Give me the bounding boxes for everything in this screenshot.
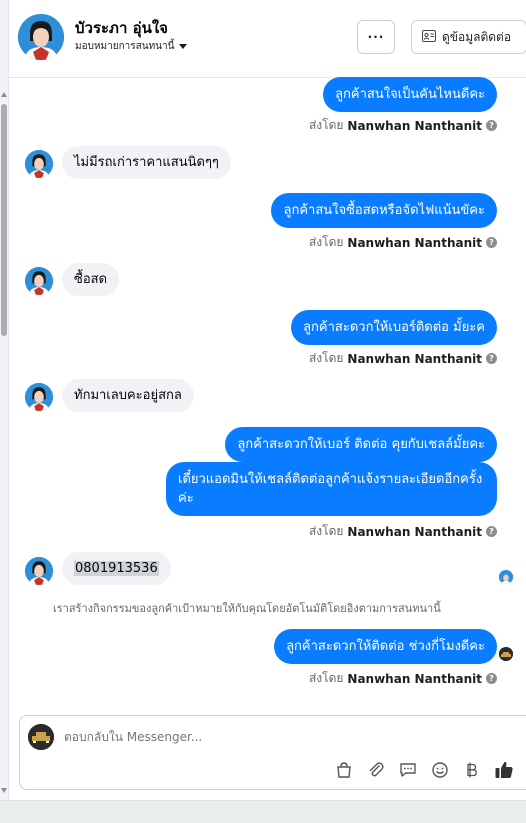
scrollbar-thumb[interactable] <box>1 104 7 336</box>
more-options-icon: ··· <box>367 30 385 44</box>
incoming-message[interactable]: ไม่มีรถเก่าราคาแสนนิดๆๆ <box>62 146 231 179</box>
contact-card-icon <box>422 29 436 45</box>
thumbs-up-icon[interactable] <box>494 760 514 780</box>
incoming-message[interactable]: ซื้อสด <box>62 263 120 296</box>
contact-avatar-small <box>25 383 53 411</box>
sent-by-label: ส่งโดย Nanwhan Nanthanit ? <box>309 349 497 368</box>
contact-avatar-small <box>25 267 53 295</box>
incoming-message[interactable]: ทักมาเลบคะอยู่สกล <box>62 379 194 412</box>
help-icon[interactable]: ? <box>486 526 497 537</box>
baht-icon[interactable] <box>462 760 482 780</box>
page-avatar <box>28 724 54 750</box>
assign-conversation-dropdown[interactable]: มอบหมายการสนทนานี้ <box>75 39 188 54</box>
saved-reply-icon[interactable] <box>398 760 418 780</box>
incoming-message[interactable]: 0801913536 <box>62 552 171 585</box>
help-icon[interactable]: ? <box>486 120 497 131</box>
bottom-taskbar-strip <box>0 800 526 823</box>
help-icon[interactable]: ? <box>486 673 497 684</box>
view-contact-info-button[interactable]: ดูข้อมูลติดต่อ <box>411 20 526 54</box>
view-contact-info-label: ดูข้อมูลติดต่อ <box>442 29 512 44</box>
system-notice: เราสร้างกิจกรรมของลูกค้าเป้าหมายให้กับคุ… <box>53 602 441 615</box>
contact-avatar-small <box>25 150 53 178</box>
assign-label: มอบหมายการสนทนานี้ <box>75 41 175 52</box>
sender-name: Nanwhan Nanthanit <box>347 118 482 133</box>
sent-by-label: ส่งโดย Nanwhan Nanthanit ? <box>309 522 497 541</box>
contact-avatar-small <box>25 557 53 585</box>
reply-composer <box>19 715 526 790</box>
sender-name: Nanwhan Nanthanit <box>347 524 482 539</box>
shopping-bag-icon[interactable] <box>334 760 354 780</box>
phone-number[interactable]: 0801913536 <box>74 561 159 576</box>
help-icon[interactable]: ? <box>486 353 497 364</box>
seen-page-avatar <box>499 647 513 661</box>
contact-avatar[interactable] <box>18 14 64 60</box>
conversation-header: บัวระภา อุ่นใจ มอบหมายการสนทนานี้ ··· ดู… <box>9 0 526 78</box>
seen-avatar <box>499 570 513 584</box>
help-icon[interactable]: ? <box>486 237 497 248</box>
scroll-up-icon[interactable] <box>1 92 7 97</box>
sender-name: Nanwhan Nanthanit <box>347 671 482 686</box>
outgoing-message[interactable]: ลูกค้าสะดวกให้เบอร์ติดต่อ มั้ยะค <box>291 310 497 345</box>
sent-by-label: ส่งโดย Nanwhan Nanthanit ? <box>309 116 497 135</box>
scrollbar[interactable] <box>0 0 9 800</box>
messenger-conversation: บัวระภา อุ่นใจ มอบหมายการสนทนานี้ ··· ดู… <box>0 0 526 823</box>
outgoing-message[interactable]: ลูกค้าสนใจซื้อสดหรือจัดไฟแน้นขัคะ <box>271 193 497 228</box>
sent-by-label: ส่งโดย Nanwhan Nanthanit ? <box>309 233 497 252</box>
more-options-button[interactable]: ··· <box>357 20 395 54</box>
outgoing-message[interactable]: ลูกค้าสะดวกให้ติดต่อ ช่วงกี่โมงดีคะ <box>274 629 497 664</box>
scroll-down-icon[interactable] <box>1 788 7 793</box>
paperclip-icon[interactable] <box>366 760 386 780</box>
outgoing-message[interactable]: ลูกค้าสนใจเป็นคันไหนดีคะ <box>323 77 497 112</box>
emoji-icon[interactable] <box>430 760 450 780</box>
sender-name: Nanwhan Nanthanit <box>347 351 482 366</box>
reply-input[interactable] <box>64 730 364 744</box>
composer-toolbar <box>334 760 514 780</box>
outgoing-message[interactable]: ลูกค้าสะดวกให้เบอร์ ติดต่อ คุยกับเชลล์มั… <box>225 427 497 462</box>
sender-name: Nanwhan Nanthanit <box>347 235 482 250</box>
outgoing-message[interactable]: เดี๋ยวแอดมินให้เชลล์ติดต่อลูกค้าแจ้งรายล… <box>166 462 497 516</box>
chevron-down-icon <box>179 44 188 49</box>
sent-by-label: ส่งโดย Nanwhan Nanthanit ? <box>309 669 497 688</box>
contact-name: บัวระภา อุ่นใจ <box>75 19 168 37</box>
